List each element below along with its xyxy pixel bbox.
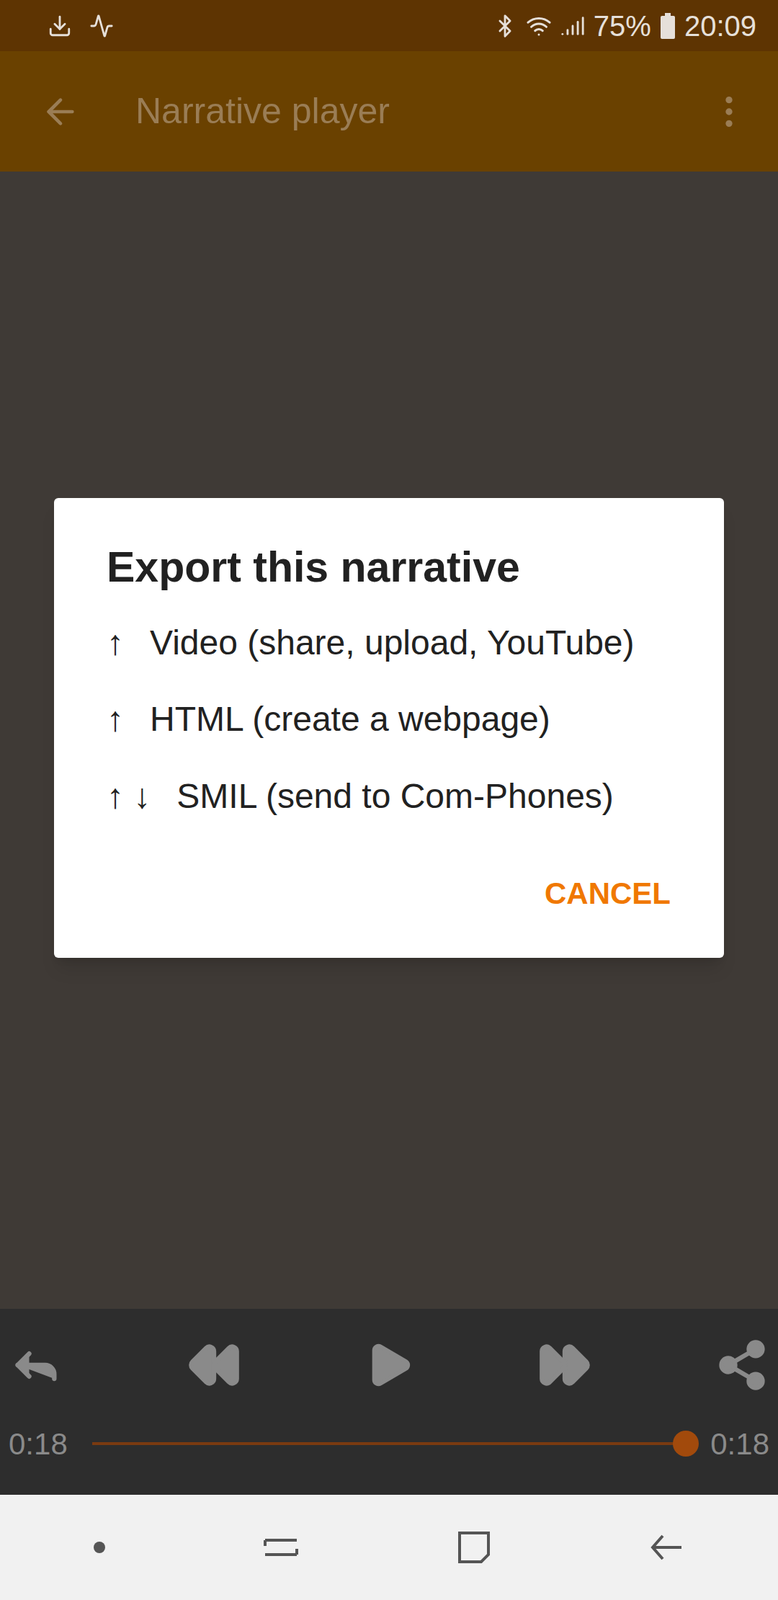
screen: 75% 20:09 Narrative player 0:18 0:18 Export t… [0,0,778,1600]
export-option[interactable]: ↑Video (share, upload, YouTube) [106,620,677,665]
rewind-icon[interactable] [186,1337,242,1392]
battery-icon [659,12,676,39]
fast-forward-icon[interactable] [537,1337,593,1392]
elapsed-time: 0:18 [8,1420,68,1466]
export-dialog: Export this narrative ↑Video (share, uplo… [54,497,724,958]
share-icon[interactable] [714,1337,770,1392]
battery-percent: 75% [593,11,652,41]
cancel-button[interactable]: CANCEL [538,865,677,920]
clock: 20:09 [684,11,757,41]
arrow-glyph: ↑ ↓ [106,776,151,815]
progress-bar[interactable] [92,1428,687,1458]
reply-icon[interactable] [8,1337,64,1392]
activity-icon [89,13,114,39]
navigation-bar [0,1494,778,1600]
play-icon[interactable] [363,1339,415,1390]
export-option[interactable]: ↑HTML (create a webpage) [106,696,677,742]
player-controls: 0:18 0:18 [0,1308,778,1495]
bluetooth-icon [492,13,518,39]
signal-icon [560,13,585,39]
arrow-glyph: ↑ [106,623,124,662]
progress-fill [92,1441,687,1445]
overflow-menu-icon[interactable] [708,91,750,132]
home-icon[interactable] [455,1527,493,1566]
arrow-glyph: ↑ [106,699,124,738]
app-bar: Narrative player [0,51,778,172]
status-bar: 75% 20:09 [0,0,778,52]
back-arrow-icon[interactable] [40,91,81,132]
download-icon [47,13,73,39]
back-icon[interactable] [648,1527,686,1566]
dialog-title: Export this narrative [106,540,677,595]
wifi-icon [525,12,552,39]
app-title: Narrative player [135,84,390,139]
export-option[interactable]: ↑ ↓SMIL (send to Com-Phones) [106,773,677,819]
dot-icon[interactable] [92,1539,107,1554]
duration-time: 0:18 [710,1420,770,1466]
recent-apps-icon[interactable] [262,1527,300,1566]
progress-thumb[interactable] [672,1429,699,1456]
